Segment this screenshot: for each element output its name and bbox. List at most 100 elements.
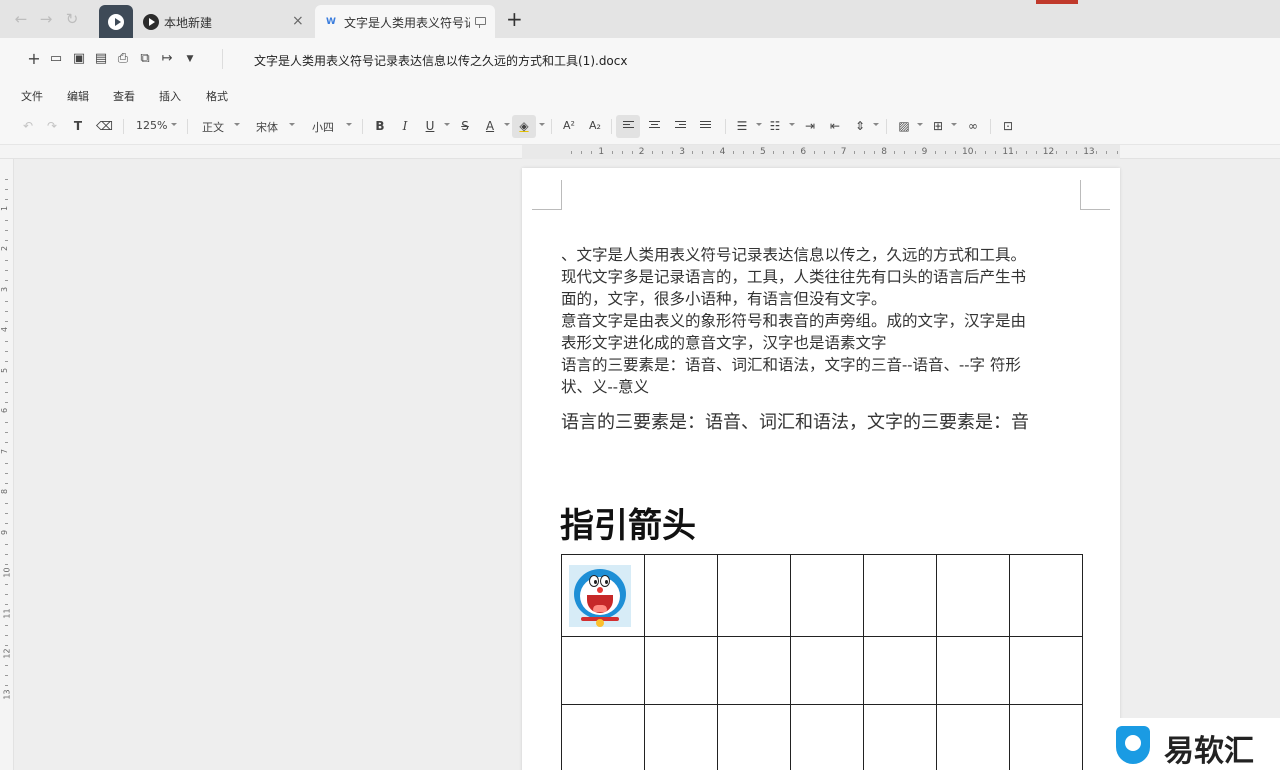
menu-format[interactable]: 格式: [206, 88, 228, 104]
align-right-icon[interactable]: [675, 121, 686, 131]
eraser-icon[interactable]: ⌫: [96, 117, 113, 135]
bold-button[interactable]: B: [372, 117, 388, 135]
table-cell[interactable]: [863, 636, 937, 705]
save-icon[interactable]: ▣: [71, 51, 87, 67]
new-plus-icon[interactable]: +: [26, 51, 42, 67]
ruler-tick: [5, 594, 8, 596]
ruler-tick: [5, 280, 8, 282]
present-icon[interactable]: [475, 17, 486, 28]
document-table[interactable]: [561, 554, 1083, 770]
text-line: 现代文字多是记录语言的，工具，人类往往先有口头的语言后产生书: [561, 268, 1027, 286]
table-cell[interactable]: [717, 704, 791, 770]
table-cell[interactable]: [863, 704, 937, 770]
table-cell[interactable]: [790, 554, 864, 637]
table-cell[interactable]: [1009, 554, 1083, 637]
folder-icon[interactable]: ▭: [48, 51, 64, 67]
tab-bar: ← → ↻ 本地新建 × W 文字是人类用表义符号记 +: [0, 0, 1280, 38]
font-family-select[interactable]: 宋体: [256, 119, 278, 135]
tab-document[interactable]: W 文字是人类用表义符号记: [315, 5, 495, 38]
bulleted-list-icon[interactable]: ☷: [767, 117, 783, 135]
table-cell[interactable]: [936, 554, 1010, 637]
tab-close-icon[interactable]: ×: [292, 13, 304, 29]
forward-arrow-icon[interactable]: →: [37, 10, 55, 28]
printer-icon[interactable]: ⎙: [115, 51, 131, 67]
save-as-icon[interactable]: ▤: [93, 51, 109, 67]
paragraph-style-select[interactable]: 正文: [202, 119, 224, 135]
font-size-select[interactable]: 小四: [312, 119, 334, 135]
word-doc-icon: W: [326, 17, 336, 27]
horizontal-ruler[interactable]: 1 2 3 4 5 6 7 8 9 10 11 12 13: [0, 145, 1280, 159]
image-icon[interactable]: ▨: [896, 117, 912, 135]
align-justify-icon[interactable]: [700, 121, 711, 131]
format-painter-icon[interactable]: T: [70, 117, 86, 135]
export-icon[interactable]: ⧉: [137, 51, 153, 67]
menu-view[interactable]: 查看: [113, 88, 135, 104]
vertical-ruler[interactable]: 1 2 3 4 5 6 7 8 9 10 11 12 13: [0, 159, 14, 770]
superscript-button[interactable]: A²: [560, 117, 578, 135]
table-cell[interactable]: [561, 704, 645, 770]
menu-edit[interactable]: 编辑: [67, 88, 89, 104]
table-cell[interactable]: [1009, 636, 1083, 705]
ruler-tick: [5, 422, 8, 424]
underline-button[interactable]: U: [422, 117, 438, 135]
text-line: 面的，文字，很多小语种，有语言但没有文字。: [561, 290, 887, 308]
table-cell[interactable]: [936, 704, 1010, 770]
large-text-line[interactable]: 语言的三要素是：语音、词汇和语法，文字的三要素是：音: [561, 408, 1029, 434]
align-center-icon[interactable]: [649, 121, 660, 131]
highlight-icon[interactable]: ◈: [516, 117, 532, 135]
table-cell[interactable]: [644, 554, 718, 637]
new-tab-button[interactable]: +: [506, 9, 523, 29]
ruler-tick: [5, 675, 8, 677]
table-cell[interactable]: [790, 636, 864, 705]
ruler-tick: [5, 665, 8, 667]
table-cell[interactable]: [1009, 704, 1083, 770]
indent-increase-icon[interactable]: ⇥: [802, 117, 818, 135]
text-line: 语言的三要素是：语音、词汇和语法，文字的三音--语音、--字 符形: [561, 356, 1021, 374]
document-page[interactable]: 、文字是人类用表义符号记录表达信息以传之，久远的方式和工具。 现代文字多是记录语…: [522, 168, 1120, 770]
ruler-tick: [944, 151, 946, 154]
shield-logo-icon: [1116, 726, 1150, 764]
table-cell[interactable]: [561, 636, 645, 705]
table-cell[interactable]: [644, 636, 718, 705]
ruler-tick: [853, 151, 855, 154]
ruler-tick: [5, 442, 8, 444]
table-cell[interactable]: [717, 554, 791, 637]
table-cell[interactable]: [644, 704, 718, 770]
menu-insert[interactable]: 插入: [159, 88, 181, 104]
table-cell[interactable]: [936, 636, 1010, 705]
table-cell[interactable]: [790, 704, 864, 770]
redo-icon[interactable]: ↷: [44, 117, 60, 135]
body-paragraph[interactable]: 、文字是人类用表义符号记录表达信息以传之，久远的方式和工具。 现代文字多是记录语…: [561, 244, 1081, 398]
ruler-tick: [1096, 151, 1098, 154]
ruler-tick: [5, 624, 8, 626]
link-icon[interactable]: ∞: [964, 117, 982, 135]
chevron-down-icon: [346, 123, 352, 126]
align-left-icon[interactable]: [623, 121, 634, 131]
numbered-list-icon[interactable]: ☰: [734, 117, 750, 135]
line-spacing-icon[interactable]: ⇕: [852, 117, 868, 135]
home-tab[interactable]: [99, 5, 133, 38]
doraemon-image[interactable]: [569, 565, 631, 627]
reload-icon[interactable]: ↻: [63, 10, 81, 28]
table-cell[interactable]: [561, 554, 645, 637]
subscript-button[interactable]: A₂: [586, 117, 604, 135]
share-icon[interactable]: ↦: [159, 51, 175, 67]
caret-down-icon[interactable]: ▼: [182, 51, 198, 67]
ruler-number: 8: [881, 147, 887, 157]
table-cell[interactable]: [863, 554, 937, 637]
font-color-button[interactable]: A: [482, 117, 498, 135]
zoom-select[interactable]: 125%: [136, 119, 167, 132]
back-arrow-icon[interactable]: ←: [12, 10, 30, 28]
table-cell[interactable]: [717, 636, 791, 705]
indent-decrease-icon[interactable]: ⇤: [827, 117, 843, 135]
table-icon[interactable]: ⊞: [930, 117, 946, 135]
menu-file[interactable]: 文件: [21, 88, 43, 104]
window-control-chip[interactable]: [1036, 0, 1078, 4]
undo-icon[interactable]: ↶: [20, 117, 36, 135]
document-heading[interactable]: 指引箭头: [560, 498, 696, 547]
tab-local-new[interactable]: 本地新建 ×: [135, 5, 313, 38]
comment-icon[interactable]: ⊡: [999, 117, 1017, 135]
ruler-tick: [995, 151, 997, 154]
italic-button[interactable]: I: [397, 117, 413, 135]
strikethrough-button[interactable]: S: [457, 117, 473, 135]
